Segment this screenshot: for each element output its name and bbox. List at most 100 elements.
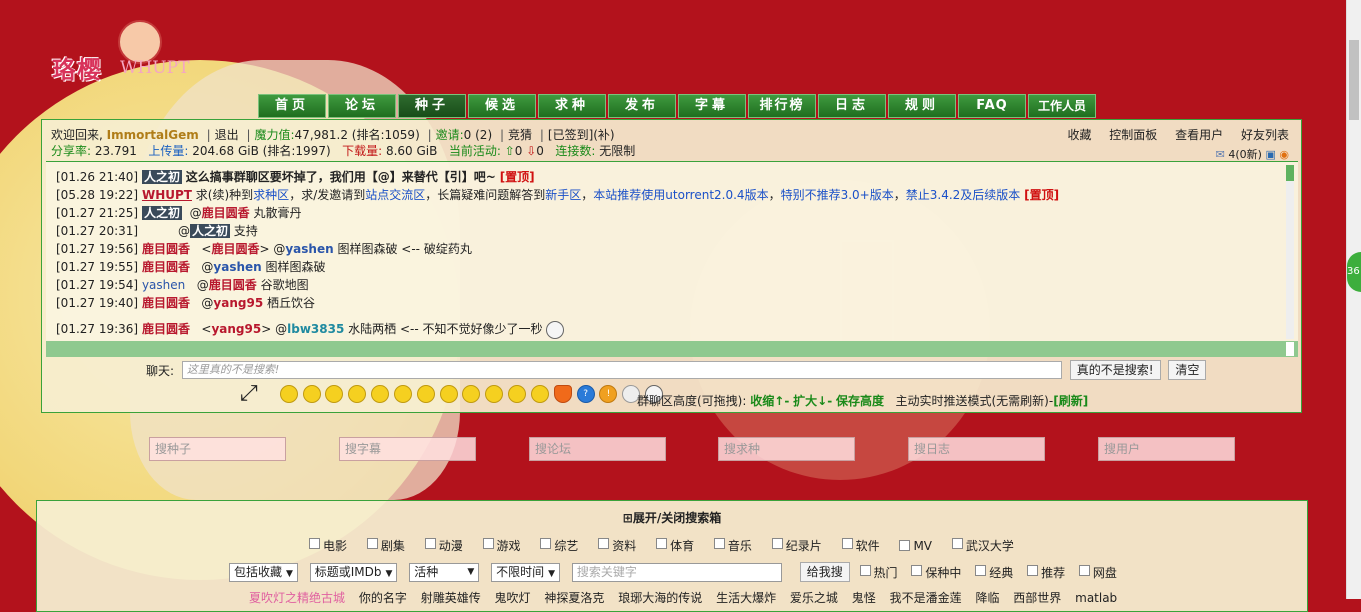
chat-user[interactable]: 鹿目圆香 xyxy=(142,296,190,310)
chat-user[interactable]: 人之初 xyxy=(141,206,182,220)
hot-keyword[interactable]: 夏吹灯之精绝古城 xyxy=(249,591,345,605)
confused-emoji-icon[interactable] xyxy=(485,385,504,403)
surprise-emoji-icon[interactable] xyxy=(371,385,390,403)
friends-link[interactable]: 好友列表 xyxy=(1241,128,1289,142)
refresh-link[interactable]: [刷新] xyxy=(1053,394,1088,408)
hot-keyword[interactable]: 你的名字 xyxy=(359,591,407,605)
chat-input[interactable]: 这里真的不是搜索! xyxy=(181,361,1062,379)
search-torrents-input[interactable]: 搜种子 xyxy=(149,437,286,461)
warning-emoji-icon[interactable]: ! xyxy=(599,385,618,403)
mail-icon[interactable]: ✉ xyxy=(1216,148,1225,161)
invite-label[interactable]: 邀请: xyxy=(436,128,464,142)
hot-keyword[interactable]: 我不是潘金莲 xyxy=(890,591,962,605)
dizzy-emoji-icon[interactable] xyxy=(462,385,481,403)
include-favorites-select[interactable]: 包括收藏 ▼ xyxy=(229,562,298,582)
nav-subtitles[interactable]: 字幕 xyxy=(678,94,746,118)
category-checkbox[interactable]: 音乐 xyxy=(713,537,752,554)
category-checkbox[interactable]: 动漫 xyxy=(424,537,463,554)
category-checkbox[interactable]: 电影 xyxy=(309,537,347,554)
chat-link[interactable]: 本站推荐使用utorrent2.0.4版本 xyxy=(593,188,768,202)
side-float-badge[interactable]: 36 xyxy=(1347,252,1361,292)
chat-link[interactable]: 新手区 xyxy=(545,188,581,202)
category-checkbox[interactable]: 游戏 xyxy=(482,537,521,554)
search-requests-input[interactable]: 搜求种 xyxy=(718,437,855,461)
category-checkbox[interactable]: 武汉大学 xyxy=(951,537,1014,554)
chat-scrollbar[interactable] xyxy=(1286,165,1294,339)
chat-send-button[interactable]: 真的不是搜索! xyxy=(1069,360,1161,380)
save-height-link[interactable]: 保存高度 xyxy=(836,394,884,408)
hot-keyword[interactable]: 生活大爆炸 xyxy=(716,591,776,605)
nav-upload[interactable]: 发布 xyxy=(608,94,676,118)
chat-user[interactable]: WHUPT xyxy=(142,188,192,202)
power-label[interactable]: 魔力值: xyxy=(255,128,295,142)
search-users-input[interactable]: 搜用户 xyxy=(1098,437,1235,461)
chat-user[interactable]: yashen xyxy=(142,278,185,292)
hot-keyword[interactable]: matlab xyxy=(1075,591,1117,605)
hot-keyword[interactable]: 琅琊大海的传说 xyxy=(618,591,702,605)
hot-keyword[interactable]: 爱乐之城 xyxy=(790,591,838,605)
username-link[interactable]: ImmortalGem xyxy=(107,128,199,142)
chat-link[interactable]: 求种区 xyxy=(253,188,289,202)
time-select[interactable]: 不限时间 ▼ xyxy=(491,562,561,582)
inbox-icon[interactable]: ▣ xyxy=(1265,148,1275,161)
neutral-emoji-icon[interactable] xyxy=(508,385,527,403)
page-scrollbar[interactable] xyxy=(1346,0,1361,599)
chat-user[interactable]: 人之初 xyxy=(141,170,182,184)
nav-rules[interactable]: 规则 xyxy=(888,94,956,118)
message-count[interactable]: 4(0新) xyxy=(1228,148,1262,161)
chat-link[interactable]: 禁止3.4.2及后续版本 xyxy=(906,188,1021,202)
category-checkbox[interactable]: 软件 xyxy=(841,537,880,554)
hot-keyword[interactable]: 射雕英雄传 xyxy=(421,591,481,605)
hot-keyword[interactable]: 神探夏洛克 xyxy=(544,591,604,605)
chat-clear-button[interactable]: 清空 xyxy=(1168,360,1207,380)
hot-keyword[interactable]: 西部世界 xyxy=(1013,591,1061,605)
chat-user[interactable]: 鹿目圆香 xyxy=(142,322,190,336)
cry-emoji-icon[interactable] xyxy=(530,385,549,403)
logout-link[interactable]: 退出 xyxy=(215,128,239,142)
grin-emoji-icon[interactable] xyxy=(325,385,344,403)
favorites-link[interactable]: 收藏 xyxy=(1067,128,1091,142)
expand-link[interactable]: 扩大 xyxy=(793,394,817,408)
active-select[interactable]: 活种 ▼ xyxy=(409,562,480,582)
shrink-link[interactable]: 收缩 xyxy=(750,394,774,408)
expand-arrows-icon[interactable]: ⤢ xyxy=(240,382,264,406)
hot-keyword[interactable]: 鬼怪 xyxy=(852,591,876,605)
nav-home[interactable]: 首页 xyxy=(258,94,326,118)
nav-staff[interactable]: 工作人员 xyxy=(1028,94,1096,118)
category-checkbox[interactable]: 综艺 xyxy=(540,537,578,554)
option-checkbox[interactable]: 保种中 xyxy=(911,564,961,581)
signin-status[interactable]: [已签到](补) xyxy=(548,128,615,142)
category-checkbox[interactable]: MV xyxy=(899,539,932,553)
search-toggle[interactable]: ⊞展开/关闭搜索箱 xyxy=(37,509,1307,526)
hot-keyword[interactable]: 鬼吹灯 xyxy=(495,591,531,605)
category-checkbox[interactable]: 纪录片 xyxy=(771,537,822,554)
question-emoji-icon[interactable]: ? xyxy=(576,385,595,403)
heart-emoji-icon[interactable] xyxy=(553,385,572,403)
search-log-input[interactable]: 搜日志 xyxy=(908,437,1045,461)
rss-icon[interactable]: ◉ xyxy=(1279,148,1289,161)
search-subtitles-input[interactable]: 搜字幕 xyxy=(339,437,476,461)
category-checkbox[interactable]: 剧集 xyxy=(366,537,405,554)
chat-user[interactable]: 鹿目圆香 xyxy=(142,242,190,256)
chat-link[interactable]: 站点交流区 xyxy=(365,188,425,202)
nav-candidates[interactable]: 候选 xyxy=(468,94,536,118)
chat-resize-bar[interactable] xyxy=(46,341,1298,357)
hot-keyword[interactable]: 降临 xyxy=(975,591,999,605)
wink-emoji-icon[interactable] xyxy=(348,385,367,403)
option-checkbox[interactable]: 经典 xyxy=(975,564,1013,581)
sad-emoji-icon[interactable] xyxy=(439,385,458,403)
nav-rankings[interactable]: 排行榜 xyxy=(748,94,816,118)
smile-emoji-icon[interactable] xyxy=(279,385,298,403)
option-checkbox[interactable]: 推荐 xyxy=(1027,564,1065,581)
title-imdb-select[interactable]: 标题或IMDb ▼ xyxy=(309,562,398,582)
nav-faq[interactable]: FAQ xyxy=(958,94,1026,118)
keyword-input[interactable]: 搜索关键字 xyxy=(571,562,782,582)
nav-log[interactable]: 日志 xyxy=(818,94,886,118)
search-forum-input[interactable]: 搜论坛 xyxy=(529,437,666,461)
option-checkbox[interactable]: 热门 xyxy=(859,564,898,581)
view-users-link[interactable]: 查看用户 xyxy=(1175,128,1223,142)
bid-link[interactable]: 竞猜 xyxy=(508,128,532,142)
laugh-emoji-icon[interactable] xyxy=(302,385,321,403)
nav-requests[interactable]: 求种 xyxy=(538,94,606,118)
control-panel-link[interactable]: 控制面板 xyxy=(1109,128,1157,142)
